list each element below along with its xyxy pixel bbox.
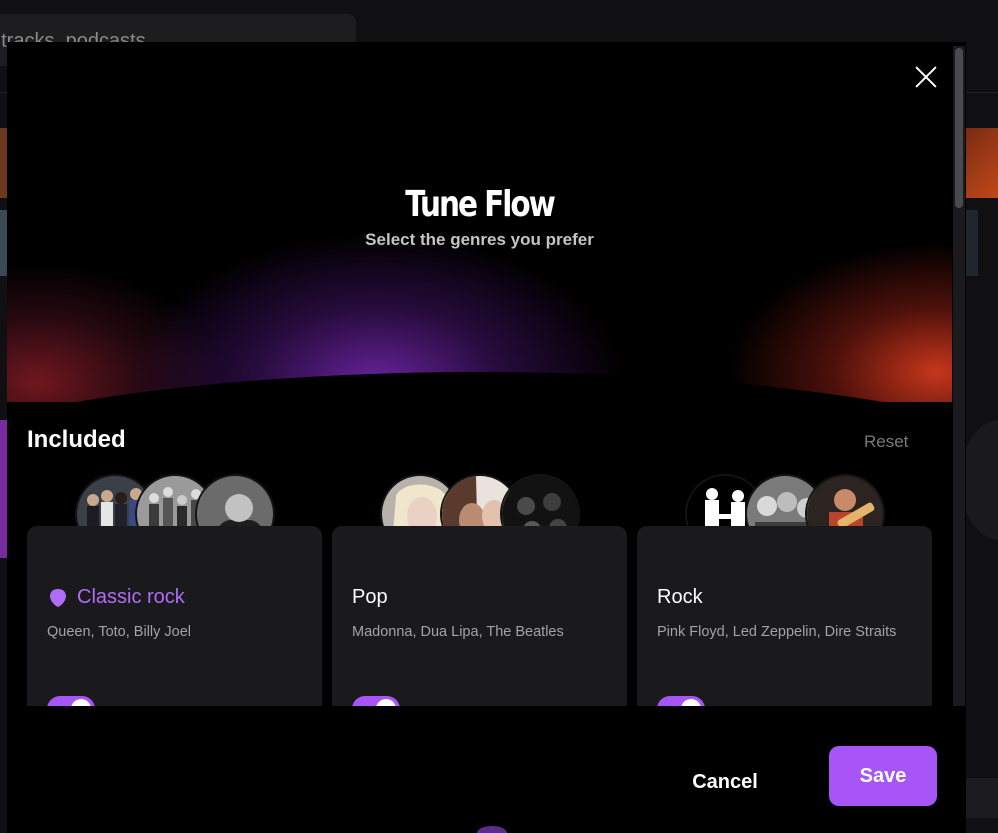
background-tile	[966, 128, 998, 198]
genre-card[interactable]: Rock Pink Floyd, Led Zeppelin, Dire Stra…	[637, 526, 932, 706]
background-tile	[966, 778, 998, 818]
genre-card[interactable]: Classic rock Queen, Toto, Billy Joel	[27, 526, 322, 706]
background-player-glow	[477, 826, 507, 833]
genre-artists: Queen, Toto, Billy Joel	[47, 624, 192, 640]
reset-button[interactable]: Reset	[864, 432, 908, 452]
tune-flow-dialog: Tune Flow Select the genres you prefer I…	[7, 42, 966, 833]
genre-title: Pop	[352, 586, 388, 609]
scrollbar-thumb[interactable]	[955, 48, 963, 208]
genre-title: Rock	[657, 586, 703, 609]
page-title: Tune Flow	[405, 184, 556, 225]
dialog-footer: Cancel Save	[7, 706, 966, 833]
hero-glow-right	[727, 242, 952, 402]
genre-toggle[interactable]	[657, 696, 705, 706]
genre-toggle[interactable]	[352, 696, 400, 706]
scrollbar[interactable]	[953, 46, 965, 706]
section-title-included: Included	[27, 426, 126, 453]
cancel-button[interactable]: Cancel	[673, 762, 777, 802]
genre-card[interactable]: Pop Madonna, Dua Lipa, The Beatles	[332, 526, 627, 706]
genre-card-list: Classic rock Queen, Toto, Billy Joel Pop…	[27, 474, 933, 706]
genre-title: Classic rock	[47, 586, 185, 609]
genre-name: Rock	[657, 586, 703, 608]
save-button[interactable]: Save	[829, 746, 937, 806]
page-subtitle: Select the genres you prefer	[365, 230, 594, 249]
guitar-pick-icon	[50, 588, 66, 607]
close-icon[interactable]	[913, 64, 939, 90]
background-tile	[966, 210, 978, 276]
genre-artists: Pink Floyd, Led Zeppelin, Dire Straits	[657, 624, 897, 640]
genre-artists: Madonna, Dua Lipa, The Beatles	[352, 624, 564, 640]
genre-name: Classic rock	[77, 586, 185, 608]
genre-toggle[interactable]	[47, 696, 95, 706]
genre-name: Pop	[352, 586, 388, 608]
